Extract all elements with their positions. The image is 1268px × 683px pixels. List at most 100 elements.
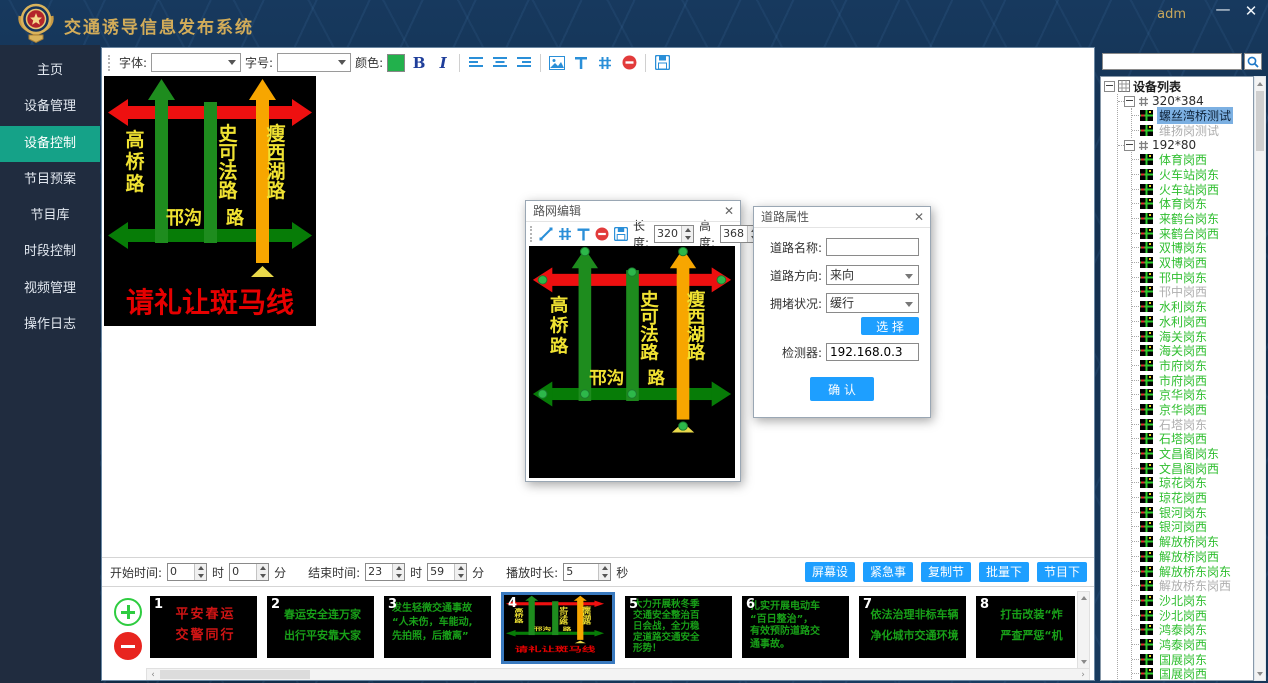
device-item[interactable]: 邗中岗东 — [1132, 270, 1253, 285]
user-menu[interactable]: adm — [1157, 7, 1186, 22]
device-item[interactable]: 石塔岗西 — [1132, 432, 1253, 447]
action-button-复制节目[interactable]: 复制节目 — [921, 562, 971, 582]
device-tree-root[interactable]: 设备列表 — [1104, 79, 1253, 94]
draw-line-icon[interactable] — [539, 224, 553, 244]
device-item[interactable]: 沙北岗西 — [1132, 608, 1253, 623]
device-item[interactable]: 鸿泰岗西 — [1132, 637, 1253, 652]
sign-canvas[interactable]: 高桥路史可法路瘦西湖路邗沟路请礼让斑马线 — [104, 76, 316, 326]
device-item[interactable]: 维扬岗测试 — [1132, 123, 1253, 138]
device-item[interactable]: 来鹤台岗西 — [1132, 226, 1253, 241]
end-min-stepper[interactable]: 59 — [427, 563, 467, 581]
device-item[interactable]: 水利岗西 — [1132, 314, 1253, 329]
delete-icon[interactable] — [619, 53, 639, 73]
action-button-屏幕设置[interactable]: 屏幕设置 — [805, 562, 855, 582]
sidebar-item-设备控制[interactable]: 设备控制 — [0, 126, 100, 162]
road-properties-close-icon[interactable]: ✕ — [914, 207, 924, 227]
scroll-up-icon[interactable] — [1078, 592, 1089, 604]
program-tile[interactable]: 7依法治理非标车辆净化城市交通环境 — [859, 596, 966, 658]
start-min-stepper[interactable]: 0 — [229, 563, 269, 581]
insert-text-icon[interactable] — [571, 53, 591, 73]
device-item[interactable]: 市府岗西 — [1132, 373, 1253, 388]
device-search-input[interactable] — [1102, 53, 1242, 70]
tree-scrollbar[interactable] — [1254, 76, 1266, 681]
program-tile[interactable]: 1平安春运交警同行 — [150, 596, 257, 658]
scroll-left-icon[interactable]: ‹ — [147, 669, 159, 680]
device-item[interactable]: 体育岗东 — [1132, 197, 1253, 212]
scroll-down-icon[interactable] — [1255, 667, 1265, 680]
congestion-select[interactable]: 缓行 — [826, 293, 919, 313]
device-item[interactable]: 石塔岗东 — [1132, 417, 1253, 432]
align-center-icon[interactable] — [490, 53, 510, 73]
tree-expand-toggle[interactable] — [1124, 140, 1135, 151]
device-item[interactable]: 螺丝湾桥测试 — [1132, 108, 1253, 123]
device-item[interactable]: 文昌阁岗西 — [1132, 461, 1253, 476]
program-tile[interactable]: 8打击改装“炸严查严惩“机 — [976, 596, 1075, 658]
start-hour-stepper[interactable]: 0 — [167, 563, 207, 581]
program-tile[interactable]: 3发生轻微交通事故“人未伤，车能动,先拍照，后撤离” — [384, 596, 491, 658]
device-item[interactable]: 京华岗西 — [1132, 402, 1253, 417]
device-item[interactable]: 海关岗东 — [1132, 329, 1253, 344]
insert-image-icon[interactable] — [547, 53, 567, 73]
device-item[interactable]: 鸿泰岗东 — [1132, 622, 1253, 637]
action-button-节目下发[interactable]: 节目下发 — [1037, 562, 1087, 582]
road-network-icon[interactable] — [595, 53, 615, 73]
strip-vertical-scrollbar[interactable] — [1077, 591, 1090, 669]
device-item[interactable]: 银河岗西 — [1132, 520, 1253, 535]
scrollbar-thumb[interactable] — [1256, 91, 1264, 151]
toolbar-grip[interactable] — [108, 55, 113, 71]
scrollbar-thumb[interactable] — [160, 670, 310, 679]
tree-expand-toggle[interactable] — [1104, 81, 1115, 92]
scroll-up-icon[interactable] — [1255, 77, 1265, 90]
sidebar-item-设备管理[interactable]: 设备管理 — [0, 89, 100, 125]
action-button-批量下发[interactable]: 批量下发 — [979, 562, 1029, 582]
device-item[interactable]: 银河岗东 — [1132, 505, 1253, 520]
device-item[interactable]: 国展岗西 — [1132, 667, 1253, 682]
device-item[interactable]: 京华岗东 — [1132, 387, 1253, 402]
align-left-icon[interactable] — [466, 53, 486, 73]
scroll-right-icon[interactable]: › — [1077, 669, 1089, 680]
device-item[interactable]: 沙北岗东 — [1132, 593, 1253, 608]
device-group-192*80[interactable]: 192*80 — [1118, 138, 1253, 153]
device-item[interactable]: 体育岗西 — [1132, 152, 1253, 167]
select-detector-button[interactable]: 选 择 — [861, 317, 919, 335]
device-item[interactable]: 文昌阁岗东 — [1132, 446, 1253, 461]
device-item[interactable]: 海关岗西 — [1132, 343, 1253, 358]
road-direction-select[interactable]: 来向 — [826, 265, 919, 285]
confirm-button[interactable]: 确 认 — [810, 377, 874, 401]
device-item[interactable]: 琼花岗西 — [1132, 490, 1253, 505]
road-editor-canvas[interactable]: 高桥路史可法路瘦西湖路邗沟路 — [529, 246, 735, 478]
length-stepper[interactable]: 320 — [654, 225, 694, 243]
search-button[interactable] — [1244, 53, 1262, 70]
action-button-紧急事件[interactable]: 紧急事件 — [863, 562, 913, 582]
device-item[interactable]: 双博岗西 — [1132, 255, 1253, 270]
program-tile[interactable]: 5大力开展秋冬季交通安全整治百日会战，全力稳定道路交通安全形势！ — [625, 596, 732, 658]
scroll-down-icon[interactable] — [1078, 656, 1089, 668]
device-item[interactable]: 国展岗东 — [1132, 652, 1253, 667]
detector-field[interactable] — [826, 343, 919, 361]
font-size-select[interactable] — [277, 53, 351, 72]
tree-expand-toggle[interactable] — [1124, 96, 1135, 107]
device-item[interactable]: 火车站岗西 — [1132, 182, 1253, 197]
sidebar-item-节目库[interactable]: 节目库 — [0, 198, 100, 234]
device-item[interactable]: 火车站岗东 — [1132, 167, 1253, 182]
toolbar-grip[interactable] — [530, 226, 532, 242]
device-item[interactable]: 水利岗东 — [1132, 299, 1253, 314]
align-right-icon[interactable] — [514, 53, 534, 73]
italic-icon[interactable]: I — [433, 53, 453, 73]
bold-icon[interactable]: B — [409, 53, 429, 73]
sidebar-item-操作日志[interactable]: 操作日志 — [0, 307, 100, 343]
device-item[interactable]: 邗中岗西 — [1132, 285, 1253, 300]
road-editor-close-icon[interactable]: ✕ — [724, 201, 734, 221]
save-icon[interactable] — [614, 224, 628, 244]
add-program-button[interactable] — [114, 598, 142, 626]
color-swatch[interactable] — [387, 54, 405, 72]
minimize-button[interactable]: — — [1212, 0, 1234, 18]
device-group-320*384[interactable]: 320*384 — [1118, 94, 1253, 109]
device-item[interactable]: 琼花岗东 — [1132, 476, 1253, 491]
insert-text-icon[interactable] — [577, 224, 590, 244]
duration-stepper[interactable]: 5 — [563, 563, 611, 581]
road-network-icon[interactable] — [558, 224, 572, 244]
strip-horizontal-scrollbar[interactable]: ‹ › — [146, 668, 1090, 681]
delete-icon[interactable] — [595, 224, 609, 244]
device-item[interactable]: 双博岗东 — [1132, 241, 1253, 256]
